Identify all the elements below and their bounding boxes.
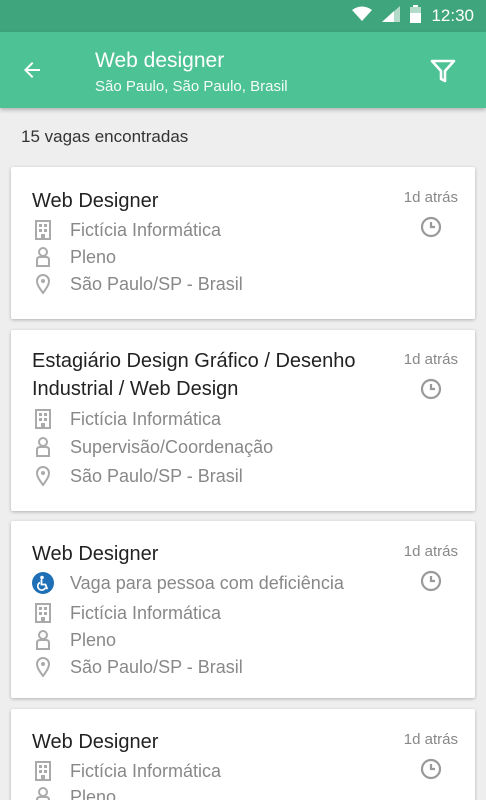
person-icon xyxy=(32,436,54,458)
clock-icon xyxy=(420,758,442,780)
status-bar: 12:30 xyxy=(0,0,486,32)
filter-icon[interactable] xyxy=(428,56,458,86)
job-title: Web Designer xyxy=(32,543,159,565)
building-icon xyxy=(32,219,54,241)
job-level: Supervisão/Coordenação xyxy=(70,436,274,457)
job-level: Pleno xyxy=(70,629,117,650)
job-time-ago: 1d atrás xyxy=(403,731,458,748)
job-company: Fictícia Informática xyxy=(70,602,222,623)
building-icon xyxy=(32,760,54,782)
page-title: Web designer xyxy=(95,49,225,72)
clock-icon xyxy=(420,216,442,238)
job-location: São Paulo/SP - Brasil xyxy=(70,465,243,486)
status-time: 12:30 xyxy=(431,6,474,25)
job-card[interactable]: Web Designer 1d atrás Vaga para pessoa c… xyxy=(11,521,475,698)
page-subtitle: São Paulo, São Paulo, Brasil xyxy=(95,78,288,95)
location-pin-icon xyxy=(32,465,54,487)
job-level-row: Pleno xyxy=(32,785,116,800)
job-location: São Paulo/SP - Brasil xyxy=(70,273,243,294)
job-company: Fictícia Informática xyxy=(70,760,222,781)
clock-icon xyxy=(420,570,442,592)
job-company: Fictícia Informática xyxy=(70,219,222,240)
job-title: Estagiário Design Gráfico / Desenho Indu… xyxy=(32,350,356,400)
job-time-ago: 1d atrás xyxy=(403,543,458,560)
person-icon xyxy=(32,629,54,651)
job-level-row: Supervisão/Coordenação xyxy=(32,435,273,459)
app-bar: Web designer São Paulo, São Paulo, Brasi… xyxy=(0,32,486,108)
job-pcd-row: Vaga para pessoa com deficiência xyxy=(32,571,344,595)
job-location-row: São Paulo/SP - Brasil xyxy=(32,272,243,296)
battery-icon xyxy=(410,5,422,27)
job-time-ago: 1d atrás xyxy=(403,351,458,368)
job-level: Pleno xyxy=(70,786,117,800)
job-card[interactable]: Estagiário Design Gráfico / Desenho Indu… xyxy=(11,330,475,511)
job-time-ago: 1d atrás xyxy=(403,189,458,206)
job-level-row: Pleno xyxy=(32,245,116,269)
job-location: São Paulo/SP - Brasil xyxy=(70,656,243,677)
building-icon xyxy=(32,408,54,430)
job-card[interactable]: Web Designer 1d atrás Fictícia Informáti… xyxy=(11,709,475,800)
back-arrow-icon[interactable] xyxy=(16,54,48,86)
clock-icon xyxy=(420,378,442,400)
job-title: Web Designer xyxy=(32,731,159,753)
person-icon xyxy=(32,786,54,800)
job-card[interactable]: Web Designer 1d atrás Fictícia Informáti… xyxy=(11,167,475,319)
job-company-row: Fictícia Informática xyxy=(32,407,221,431)
location-pin-icon xyxy=(32,656,54,678)
results-count: 15 vagas encontradas xyxy=(21,127,189,146)
location-pin-icon xyxy=(32,273,54,295)
signal-icon xyxy=(382,6,401,26)
job-company-row: Fictícia Informática xyxy=(32,601,221,625)
job-company-row: Fictícia Informática xyxy=(32,218,221,242)
job-company: Fictícia Informática xyxy=(70,408,222,429)
accessibility-icon xyxy=(32,572,54,594)
job-level: Pleno xyxy=(70,246,117,267)
job-location-row: São Paulo/SP - Brasil xyxy=(32,655,243,679)
person-icon xyxy=(32,246,54,268)
building-icon xyxy=(32,602,54,624)
job-location-row: São Paulo/SP - Brasil xyxy=(32,464,243,488)
job-level-row: Pleno xyxy=(32,628,116,652)
job-company-row: Fictícia Informática xyxy=(32,759,221,783)
job-title: Web Designer xyxy=(32,190,159,212)
wifi-icon xyxy=(352,6,373,26)
job-pcd: Vaga para pessoa com deficiência xyxy=(70,572,344,593)
